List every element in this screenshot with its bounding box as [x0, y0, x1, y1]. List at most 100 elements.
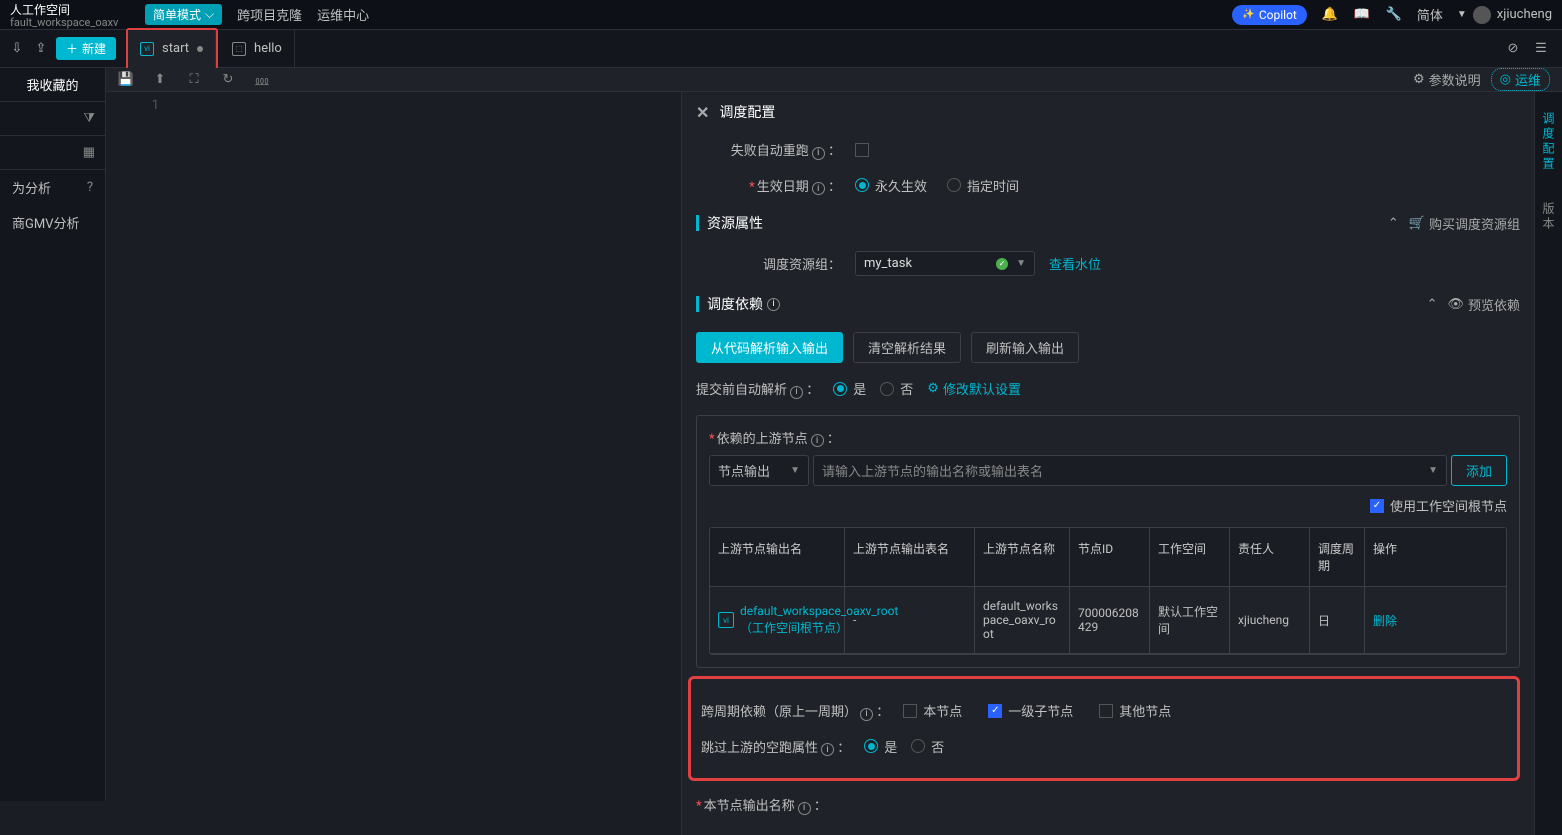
- sidebar-item-gmv[interactable]: 商GMV分析: [0, 205, 105, 240]
- rtab-schedule-config[interactable]: 调度配置: [1540, 112, 1557, 172]
- table-row: vi default_workspace_oaxv_root（工作空间根节点） …: [710, 587, 1506, 654]
- editor-toolbar: 💾 ⬆ ⛶ ↻ ⅏ ⚙ 参数说明 ◎ 运维: [106, 68, 1562, 92]
- upstream-search-input[interactable]: 请输入上游节点的输出名称或输出表名 ▼: [813, 455, 1447, 486]
- ops-link[interactable]: ◎ 运维: [1491, 68, 1550, 91]
- sidebar-favorites-tab[interactable]: 我收藏的: [0, 68, 105, 102]
- effective-date-label: *生效日期i ：: [696, 176, 841, 196]
- parse-button[interactable]: 从代码解析输入输出: [696, 332, 843, 363]
- rtab-version[interactable]: 版本: [1540, 202, 1557, 232]
- workspace-info: 人工作空间 fault_workspace_oaxv: [10, 1, 130, 29]
- collapse-icon[interactable]: ⌃: [1427, 297, 1438, 312]
- topbar-link-ops[interactable]: 运维中心: [317, 5, 369, 24]
- clear-button[interactable]: 清空解析结果: [853, 332, 961, 363]
- book-icon[interactable]: 📖: [1353, 6, 1371, 24]
- cb-first-child[interactable]: ✓: [988, 704, 1002, 718]
- dependency-section-header[interactable]: 调度依赖 i ⌃ 👁 预览依赖: [682, 284, 1534, 324]
- radio-skip-yes[interactable]: 是: [864, 737, 897, 756]
- cross-period-highlight: 跨周期依赖（原上一周期）i ： 本节点 ✓一级子节点 其他节点 跳过上游的空跑属…: [688, 676, 1520, 781]
- use-root-checkbox[interactable]: ✓: [1370, 499, 1384, 513]
- node-type-icon: vi: [718, 612, 734, 628]
- collapse-icon[interactable]: ⌃: [1388, 216, 1399, 231]
- tab-type-icon: ⬚: [232, 42, 246, 56]
- status-ok-icon: ✓: [996, 258, 1008, 270]
- commit-icon[interactable]: ⬆: [152, 72, 168, 88]
- info-icon[interactable]: i: [798, 802, 811, 815]
- import-icon[interactable]: ⇩: [8, 40, 26, 58]
- code-editor[interactable]: [171, 92, 681, 835]
- info-icon[interactable]: i: [812, 147, 825, 160]
- target-icon: ◎: [1500, 72, 1511, 87]
- deploy-icon[interactable]: ⛶: [186, 72, 202, 88]
- export-icon[interactable]: ⇪: [32, 40, 50, 58]
- info-icon[interactable]: i: [811, 434, 824, 447]
- th-action: 操作: [1365, 528, 1506, 587]
- param-desc-link[interactable]: ⚙ 参数说明: [1413, 70, 1481, 89]
- chevron-down-icon: ▼: [1457, 9, 1467, 20]
- chevron-down-icon: ▼: [1428, 465, 1438, 476]
- sliders-icon: ⚙: [1413, 72, 1425, 87]
- close-icon[interactable]: ✕: [696, 103, 709, 122]
- radio-no[interactable]: 否: [880, 379, 913, 398]
- mode-selector[interactable]: 简单模式 ⌵: [145, 4, 222, 25]
- add-button[interactable]: 添加: [1451, 455, 1507, 486]
- language-selector[interactable]: 简体: [1417, 5, 1443, 24]
- radio-forever[interactable]: 永久生效: [855, 176, 927, 195]
- tab-highlight: vi start: [126, 28, 218, 70]
- bell-icon[interactable]: 🔔: [1321, 6, 1339, 24]
- th-node-id: 节点ID: [1070, 528, 1150, 587]
- format-icon[interactable]: ⅏: [254, 72, 270, 88]
- auto-rerun-label: 失败自动重跑i ：: [696, 140, 841, 160]
- tab-start[interactable]: vi start: [128, 30, 216, 68]
- tab-label: start: [162, 41, 189, 56]
- output-type-select[interactable]: 节点输出 ▼: [709, 455, 809, 486]
- radio-specific[interactable]: 指定时间: [947, 176, 1019, 195]
- preview-dep-link[interactable]: 👁 预览依赖: [1447, 295, 1520, 314]
- sidebar-item-analysis[interactable]: 为分析 ?: [0, 170, 105, 205]
- help-icon[interactable]: ?: [87, 180, 93, 195]
- new-button[interactable]: ＋ 新建: [56, 37, 116, 60]
- copilot-button[interactable]: Copilot: [1232, 5, 1306, 25]
- upstream-table: 上游节点输出名 上游节点输出表名 上游节点名称 节点ID 工作空间 责任人 调度…: [709, 527, 1507, 655]
- save-icon[interactable]: 💾: [118, 72, 134, 88]
- wrench-icon[interactable]: 🔧: [1385, 6, 1403, 24]
- radio-skip-no[interactable]: 否: [911, 737, 944, 756]
- resource-group-select[interactable]: my_task ✓ ▼: [855, 251, 1035, 276]
- chevron-down-icon: ▼: [790, 465, 800, 476]
- grid-view-icon[interactable]: ▦: [0, 136, 105, 170]
- info-icon[interactable]: i: [790, 386, 803, 399]
- info-icon[interactable]: i: [821, 743, 834, 756]
- modify-default-link[interactable]: ⚙ 修改默认设置: [927, 379, 1021, 398]
- buy-resource-link[interactable]: 🛒 购买调度资源组: [1409, 214, 1520, 233]
- info-icon[interactable]: i: [812, 182, 825, 195]
- topbar-link-clone[interactable]: 跨项目克隆: [237, 5, 302, 24]
- th-period: 调度周期: [1310, 528, 1365, 587]
- th-output-name: 上游节点输出名: [710, 528, 845, 587]
- user-menu[interactable]: ▼ xjiucheng: [1457, 6, 1552, 24]
- panel-title: 调度配置: [719, 102, 775, 122]
- upstream-label: *依赖的上游节点i ：: [709, 432, 840, 447]
- filter-icon[interactable]: ⧩: [0, 102, 105, 136]
- resource-section-header[interactable]: 资源属性 ⌃ 🛒 购买调度资源组: [682, 203, 1534, 243]
- refresh-icon[interactable]: ↻: [220, 72, 236, 88]
- tab-hello[interactable]: ⬚ hello: [220, 30, 295, 68]
- menu-icon[interactable]: ☰: [1532, 40, 1550, 58]
- view-level-link[interactable]: 查看水位: [1049, 254, 1101, 273]
- upstream-box: *依赖的上游节点i ： 节点输出 ▼ 请输入上游节点的输出名称或输出表名 ▼ 添…: [696, 415, 1520, 669]
- cross-period-label: 跨周期依赖（原上一周期）i ：: [701, 701, 889, 721]
- output-name-label: *本节点输出名称i ：: [696, 795, 827, 815]
- cb-self-node[interactable]: [903, 704, 917, 718]
- th-owner: 责任人: [1230, 528, 1310, 587]
- chevron-down-icon: ▼: [1016, 258, 1026, 269]
- cb-other-node[interactable]: [1099, 704, 1113, 718]
- top-bar: 人工作空间 fault_workspace_oaxv 简单模式 ⌵ 跨项目克隆 …: [0, 0, 1562, 30]
- info-icon[interactable]: i: [860, 708, 873, 721]
- info-icon[interactable]: i: [767, 298, 780, 311]
- refresh-button[interactable]: 刷新输入输出: [971, 332, 1079, 363]
- th-output-table: 上游节点输出表名: [845, 528, 975, 587]
- auto-rerun-checkbox[interactable]: [855, 143, 869, 157]
- delete-link[interactable]: 删除: [1373, 612, 1397, 629]
- check-icon[interactable]: ⊘: [1504, 40, 1522, 58]
- avatar: [1473, 6, 1491, 24]
- radio-yes[interactable]: 是: [833, 379, 866, 398]
- auto-parse-label: 提交前自动解析i ：: [696, 379, 819, 399]
